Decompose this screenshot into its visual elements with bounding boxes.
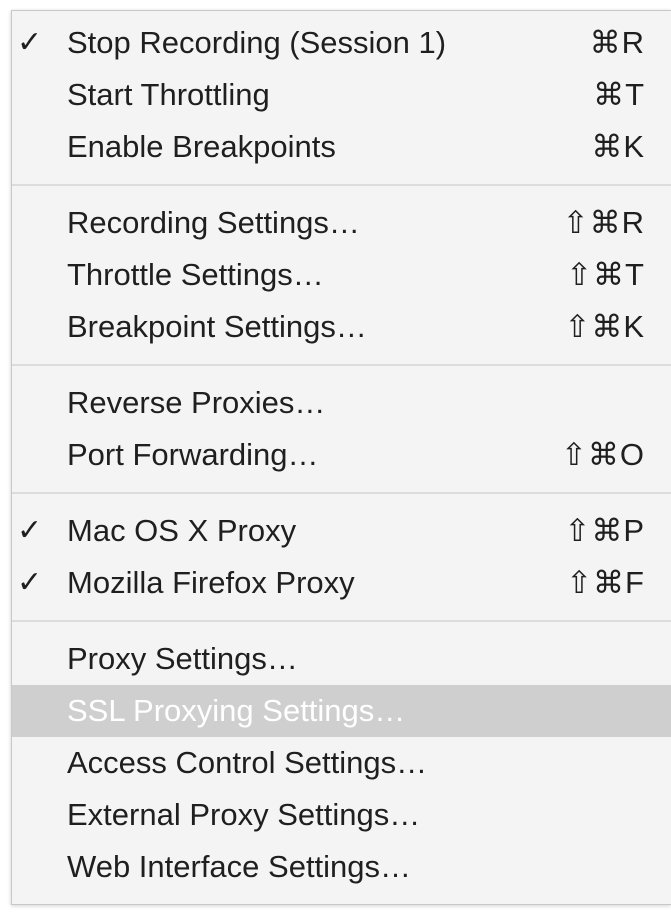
menu-item-web-interface-settings[interactable]: Web Interface Settings… (12, 841, 671, 893)
menu-item-label: Reverse Proxies… (67, 385, 326, 420)
menu-group-system-proxies: ✓ Mac OS X Proxy ⇧⌘P ✓ Mozilla Firefox P… (12, 505, 671, 609)
menu-item-shortcut: ⇧⌘O (560, 437, 645, 472)
menu-item-shortcut: ⌘K (591, 129, 645, 164)
checkmark-icon: ✓ (17, 566, 43, 599)
menu-item-shortcut: ⌘R (589, 25, 645, 60)
menu-item-shortcut: ⌘T (593, 77, 645, 112)
menu-item-label: Access Control Settings… (67, 745, 428, 780)
menu-group-proxy-settings: Proxy Settings… SSL Proxying Settings… A… (12, 633, 671, 893)
menu-item-label: Recording Settings… (67, 205, 360, 240)
menu-item-reverse-proxies[interactable]: Reverse Proxies… (12, 377, 671, 429)
menu-item-recording-settings[interactable]: Recording Settings… ⇧⌘R (12, 197, 671, 249)
checkmark-icon: ✓ (17, 514, 43, 547)
menu-item-mozilla-firefox-proxy[interactable]: ✓ Mozilla Firefox Proxy ⇧⌘F (12, 557, 671, 609)
menu-group-recording-controls: ✓ Stop Recording (Session 1) ⌘R Start Th… (12, 17, 671, 173)
checkmark-icon: ✓ (17, 26, 43, 59)
menu-item-shortcut: ⇧⌘T (566, 257, 645, 292)
menu-item-label: SSL Proxying Settings… (67, 693, 406, 728)
menu-item-label: Enable Breakpoints (67, 129, 336, 164)
menu-item-shortcut: ⇧⌘K (564, 309, 645, 344)
menu-item-label: Proxy Settings… (67, 641, 298, 676)
menu-item-throttle-settings[interactable]: Throttle Settings… ⇧⌘T (12, 249, 671, 301)
context-menu: ✓ Stop Recording (Session 1) ⌘R Start Th… (11, 10, 671, 905)
menu-item-access-control-settings[interactable]: Access Control Settings… (12, 737, 671, 789)
menu-item-shortcut: ⇧⌘F (566, 565, 645, 600)
menu-item-shortcut: ⇧⌘P (564, 513, 645, 548)
menu-item-stop-recording[interactable]: ✓ Stop Recording (Session 1) ⌘R (12, 17, 671, 69)
menu-item-shortcut: ⇧⌘R (562, 205, 645, 240)
menu-item-external-proxy-settings[interactable]: External Proxy Settings… (12, 789, 671, 841)
menu-item-proxy-settings[interactable]: Proxy Settings… (12, 633, 671, 685)
menu-item-label: Breakpoint Settings… (67, 309, 367, 344)
menu-item-label: Port Forwarding… (67, 437, 319, 472)
menu-group-settings: Recording Settings… ⇧⌘R Throttle Setting… (12, 197, 671, 353)
menu-item-label: Stop Recording (Session 1) (67, 25, 447, 60)
menu-item-label: Start Throttling (67, 77, 270, 112)
menu-item-label: Throttle Settings… (67, 257, 324, 292)
menu-item-mac-os-x-proxy[interactable]: ✓ Mac OS X Proxy ⇧⌘P (12, 505, 671, 557)
menu-group-proxies: Reverse Proxies… Port Forwarding… ⇧⌘O (12, 377, 671, 481)
menu-item-label: Mac OS X Proxy (67, 513, 297, 548)
menu-item-enable-breakpoints[interactable]: Enable Breakpoints ⌘K (12, 121, 671, 173)
menu-separator (12, 364, 671, 366)
menu-item-label: External Proxy Settings… (67, 797, 421, 832)
menu-item-label: Web Interface Settings… (67, 849, 412, 884)
menu-item-label: Mozilla Firefox Proxy (67, 565, 355, 600)
menu-item-port-forwarding[interactable]: Port Forwarding… ⇧⌘O (12, 429, 671, 481)
menu-separator (12, 184, 671, 186)
menu-separator (12, 620, 671, 622)
menu-item-ssl-proxying-settings[interactable]: SSL Proxying Settings… (12, 685, 671, 737)
menu-separator (12, 492, 671, 494)
menu-item-breakpoint-settings[interactable]: Breakpoint Settings… ⇧⌘K (12, 301, 671, 353)
menu-item-start-throttling[interactable]: Start Throttling ⌘T (12, 69, 671, 121)
